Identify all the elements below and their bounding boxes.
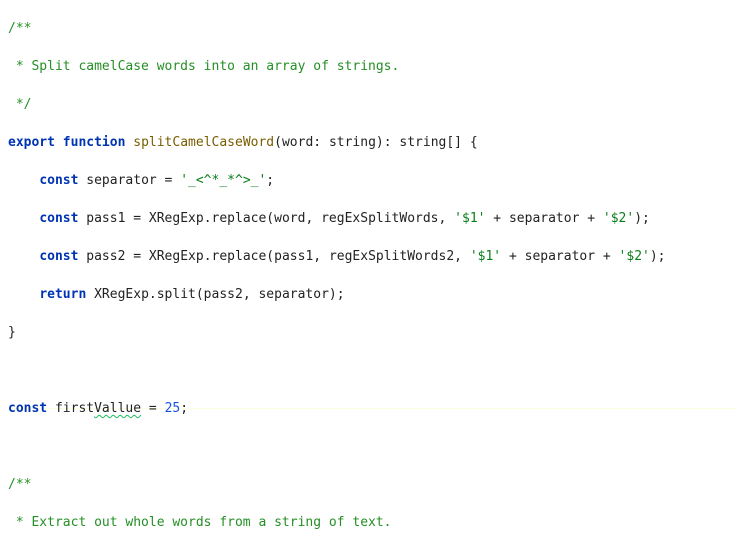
code-line: return XRegExp.split(pass2, separator); — [8, 285, 737, 304]
return-type: string[] — [399, 135, 462, 150]
code-line: const pass1 = XRegExp.replace(word, regE… — [8, 209, 737, 228]
string-literal: '_<^*_*^>_' — [180, 173, 266, 188]
type-string: string — [329, 135, 376, 150]
keyword-const: const — [8, 401, 47, 416]
expr: XRegExp.split(pass2, separator); — [86, 287, 344, 302]
string-literal: '$2' — [603, 211, 634, 226]
code-line: * Split camelCase words into an array of… — [8, 57, 737, 76]
semicolon: ; — [266, 173, 274, 188]
code-line: const separator = '_<^*_*^>_'; — [8, 171, 737, 190]
brace-close: } — [8, 325, 16, 340]
keyword-const: const — [39, 211, 78, 226]
arg: regExSplitWords, — [321, 211, 454, 226]
keyword-return: return — [39, 287, 86, 302]
keyword-const: const — [39, 249, 78, 264]
identifier: pass1 = — [78, 211, 148, 226]
paren-open: ( — [274, 135, 282, 150]
keyword-const: const — [39, 173, 78, 188]
op-plus: + separator + — [485, 211, 602, 226]
code-line: /** — [8, 475, 737, 494]
code-line: } — [8, 323, 737, 342]
op-plus: + separator + — [501, 249, 618, 264]
code-line: /** — [8, 19, 737, 38]
op-eq: = — [141, 401, 164, 416]
code-editor[interactable]: /** * Split camelCase words into an arra… — [0, 0, 745, 539]
keyword-export: export — [8, 135, 55, 150]
sig-close: ): — [376, 135, 399, 150]
highlighted-line: const firstVallue = 25; — [8, 399, 737, 418]
close: ); — [650, 249, 666, 264]
arg: regExSplitWords2, — [329, 249, 470, 264]
comment-text: /** — [8, 477, 31, 492]
identifier: first — [47, 401, 94, 416]
identifier: separator = — [78, 173, 180, 188]
string-literal: '$2' — [619, 249, 650, 264]
param-name: word — [282, 135, 313, 150]
close: ); — [634, 211, 650, 226]
comment-text: /** — [8, 21, 31, 36]
comment-text: * Extract out whole words from a string … — [8, 515, 392, 530]
blank-line — [8, 437, 737, 456]
function-name: splitCamelCaseWord — [133, 135, 274, 150]
code-line: * Extract out whole words from a string … — [8, 513, 737, 532]
code-line: export function splitCamelCaseWord(word:… — [8, 133, 737, 152]
call: XRegExp.replace( — [149, 211, 274, 226]
identifier: pass2 = — [78, 249, 148, 264]
code-line: */ — [8, 95, 737, 114]
comment-text: */ — [8, 97, 31, 112]
keyword-function: function — [63, 135, 126, 150]
comment-text: * Split camelCase words into an array of… — [8, 59, 399, 74]
semicolon: ; — [180, 401, 188, 416]
number-literal: 25 — [165, 401, 181, 416]
string-literal: '$1' — [470, 249, 501, 264]
call: XRegExp.replace( — [149, 249, 274, 264]
code-line: const pass2 = XRegExp.replace(pass1, reg… — [8, 247, 737, 266]
blank-line — [8, 361, 737, 380]
string-literal: '$1' — [454, 211, 485, 226]
colon: : — [313, 135, 329, 150]
brace-open: { — [462, 135, 478, 150]
arg: word, — [274, 211, 321, 226]
typo-word: Vallue — [94, 401, 141, 416]
arg: pass1, — [274, 249, 329, 264]
